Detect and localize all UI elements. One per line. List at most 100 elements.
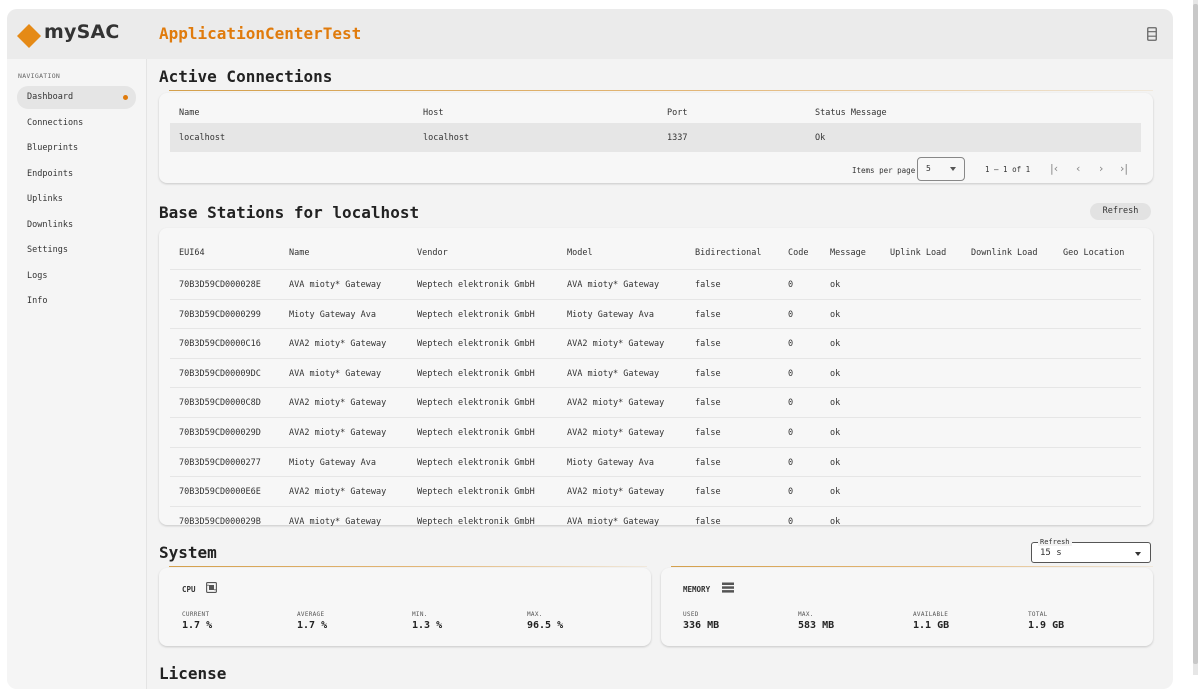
table-row[interactable]: 70B3D59CD00009DC AVA mioty* Gateway Weptec… — [170, 359, 1141, 388]
license-title: License — [159, 664, 227, 683]
cell-code: 0 — [788, 368, 794, 379]
cell-model: AVA2 mioty* Gateway — [567, 398, 665, 409]
table-row[interactable]: 70B3D59CD0000E6E AVA2 mioty* Gateway Wepte… — [170, 477, 1141, 506]
cell-message: ok — [830, 280, 841, 290]
cell-bidirectional: false — [695, 398, 721, 409]
items-per-page-select[interactable]: 5 — [917, 157, 965, 181]
cell-eui64: 70B3D59CD000029B — [179, 516, 261, 527]
sidebar: NAVIGATION Dashboard Connections Blueprint… — [7, 59, 147, 689]
column-header-message: Message — [830, 248, 866, 258]
scrollbar-thumb[interactable] — [1193, 4, 1198, 664]
section-divider — [169, 90, 1153, 91]
items-per-page-label: Items per page — [852, 166, 916, 175]
active-connections-title: Active Connections — [159, 67, 333, 86]
cell-bidirectional: false — [695, 368, 721, 379]
column-header-status-message: Status Message — [815, 108, 887, 118]
sidebar-item-dashboard[interactable]: Dashboard — [17, 86, 136, 109]
refresh-interval-select[interactable]: Refresh 15 s — [1031, 538, 1151, 563]
last-page-icon[interactable]: ›| — [1120, 162, 1128, 175]
metric-value: 1.9 GB — [1028, 620, 1065, 631]
chevron-down-icon — [1135, 552, 1141, 556]
cell-bidirectional: false — [695, 516, 721, 527]
sidebar-item-label: Logs — [27, 271, 48, 281]
cell-message: ok — [830, 339, 841, 350]
cell-eui64: 70B3D59CD0000277 — [179, 457, 261, 468]
sidebar-item-downlinks[interactable]: Downlinks — [17, 214, 136, 237]
scrollbar[interactable] — [1193, 0, 1198, 675]
metric-label: MAX. — [527, 611, 543, 618]
paginator-range: 1 – 1 of 1 — [985, 165, 1031, 174]
cell-code: 0 — [788, 457, 794, 468]
base-stations-title: Base Stations for localhost — [159, 203, 420, 222]
brand-name: mySAC — [44, 21, 120, 43]
cell-name: AVA mioty* Gateway — [289, 368, 382, 379]
sidebar-item-logs[interactable]: Logs — [17, 265, 136, 288]
table-row[interactable]: 70B3D59CD000029D AVA2 mioty* Gateway Wepte… — [170, 418, 1141, 447]
refresh-interval-label: Refresh — [1038, 538, 1072, 546]
metric-value: 1.7 % — [182, 620, 213, 631]
cell-host: localhost — [423, 133, 470, 143]
cell-bidirectional: false — [695, 280, 721, 290]
cell-model: AVA mioty* Gateway — [567, 280, 660, 290]
table-row[interactable]: 70B3D59CD000028E AVA mioty* Gateway Weptec… — [170, 270, 1141, 299]
memory-card: MEMORY USED 336 MB MAX. 583 MB AVAILABLE 1.1 … — [661, 568, 1153, 646]
cell-model: Mioty Gateway Ava — [567, 309, 654, 320]
cell-vendor: Weptech elektronik GmbH — [417, 368, 535, 379]
first-page-icon[interactable]: |‹ — [1050, 162, 1058, 175]
table-row[interactable]: localhost localhost 1337 Ok — [170, 123, 1141, 152]
sidebar-item-endpoints[interactable]: Endpoints — [17, 163, 136, 186]
column-header-geo-location: Geo Location — [1063, 248, 1125, 258]
app-window: mySAC ApplicationCenterTest NAVIGATION D… — [7, 9, 1173, 689]
column-header-vendor: Vendor — [417, 248, 448, 258]
table-row[interactable]: 70B3D59CD0000299 Mioty Gateway Ava Weptech… — [170, 300, 1141, 329]
metric-value: 583 MB — [798, 620, 835, 631]
cell-vendor: Weptech elektronik GmbH — [417, 487, 535, 498]
cell-bidirectional: false — [695, 339, 721, 350]
logo-diamond-icon — [17, 24, 41, 48]
sidebar-item-blueprints[interactable]: Blueprints — [17, 137, 136, 160]
cell-vendor: Weptech elektronik GmbH — [417, 457, 535, 468]
section-divider — [169, 566, 647, 567]
column-header-downlink-load: Downlink Load — [971, 248, 1038, 258]
cell-bidirectional: false — [695, 309, 721, 320]
cell-name: AVA mioty* Gateway — [289, 516, 382, 527]
section-divider — [671, 566, 1153, 567]
column-header-name: Name — [179, 108, 200, 118]
top-bar: mySAC ApplicationCenterTest — [7, 9, 1173, 59]
cell-port: 1337 — [667, 133, 688, 143]
sidebar-item-uplinks[interactable]: Uplinks — [17, 188, 136, 211]
table-row[interactable]: 70B3D59CD000029B AVA mioty* Gateway Weptec… — [170, 507, 1141, 536]
metric-label: CURRENT — [182, 611, 210, 618]
cell-name: AVA2 mioty* Gateway — [289, 339, 387, 350]
sidebar-item-connections[interactable]: Connections — [17, 112, 136, 135]
metric-label: TOTAL — [1028, 611, 1048, 618]
cell-vendor: Weptech elektronik GmbH — [417, 516, 535, 527]
metric-label: MIN. — [412, 611, 428, 618]
metric-value: 1.3 % — [412, 620, 443, 631]
next-page-icon[interactable]: › — [1099, 162, 1103, 175]
column-header-model: Model — [567, 248, 593, 258]
metric-value: 1.1 GB — [913, 620, 950, 631]
cell-status: Ok — [815, 133, 826, 143]
cell-eui64: 70B3D59CD0000C16 — [179, 339, 261, 350]
sidebar-item-settings[interactable]: Settings — [17, 239, 136, 262]
table-row[interactable]: 70B3D59CD0000C16 AVA2 mioty* Gateway Wepte… — [170, 329, 1141, 358]
cell-message: ok — [830, 487, 841, 498]
refresh-button[interactable]: Refresh — [1090, 203, 1151, 220]
metric-value: 96.5 % — [527, 620, 564, 631]
sidebar-item-label: Endpoints — [27, 169, 74, 179]
cell-bidirectional: false — [695, 457, 721, 468]
table-row[interactable]: 70B3D59CD0000277 Mioty Gateway Ava Weptech… — [170, 448, 1141, 477]
column-header-host: Host — [423, 108, 444, 118]
previous-page-icon[interactable]: ‹ — [1076, 162, 1080, 175]
cell-eui64: 70B3D59CD0000C8D — [179, 398, 261, 409]
table-row[interactable]: 70B3D59CD0000C8D AVA2 mioty* Gateway Wepte… — [170, 388, 1141, 417]
cell-name: Mioty Gateway Ava — [289, 309, 376, 320]
items-per-page-value: 5 — [926, 164, 931, 173]
menu-icon[interactable] — [1147, 27, 1157, 41]
cell-name: localhost — [179, 133, 226, 143]
memory-heading: MEMORY — [683, 585, 711, 594]
sidebar-item-info[interactable]: Info — [17, 290, 136, 313]
cell-model: AVA2 mioty* Gateway — [567, 339, 665, 350]
cell-model: AVA2 mioty* Gateway — [567, 487, 665, 498]
